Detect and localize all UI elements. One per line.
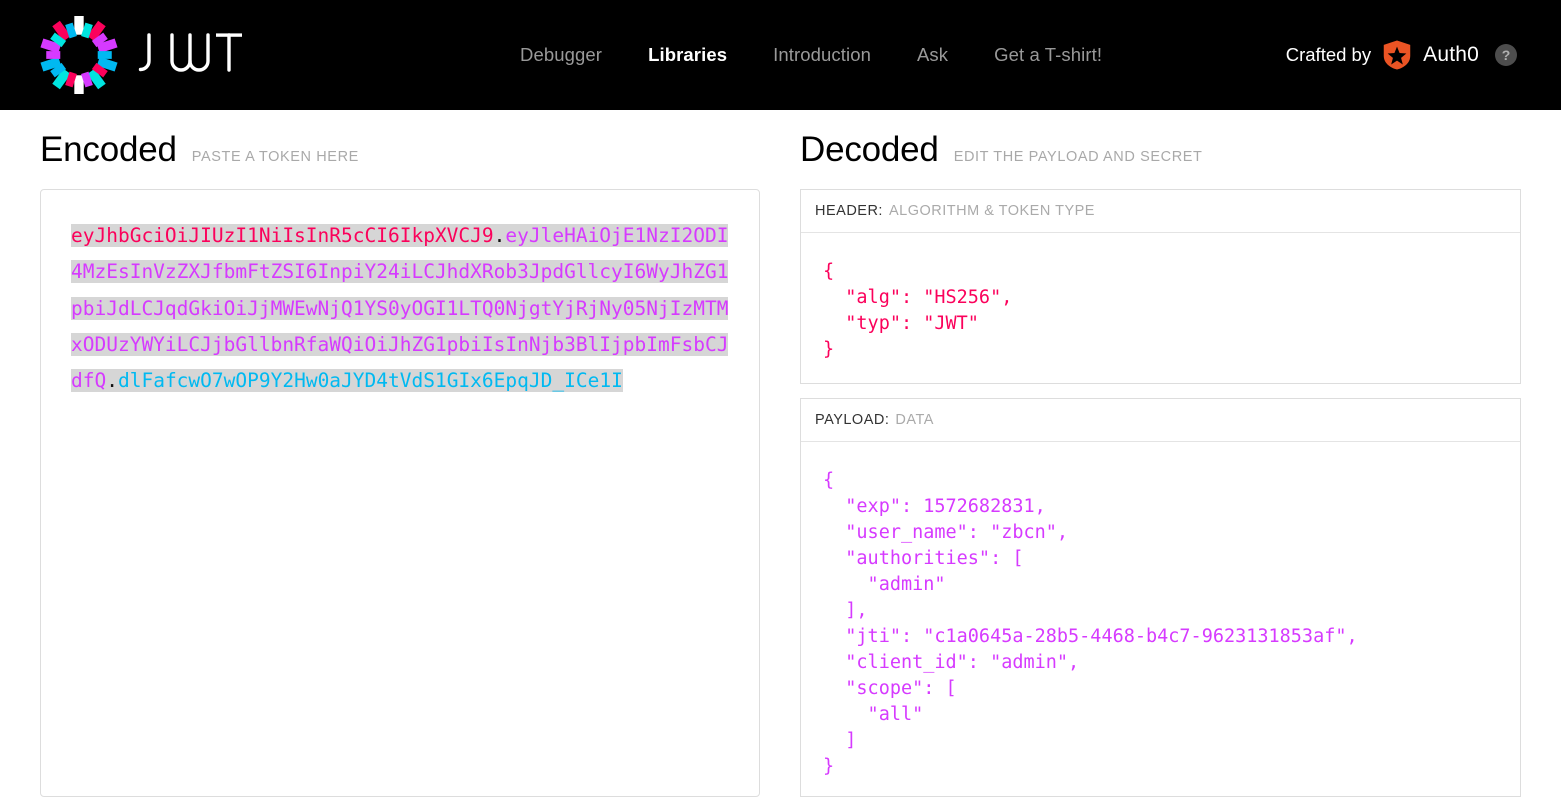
crafted-by-label: Crafted by (1285, 44, 1372, 65)
header-panel: HEADER: ALGORITHM & TOKEN TYPE { "alg": "… (800, 189, 1521, 384)
nav-item-introduction[interactable]: Introduction (773, 44, 871, 66)
encoded-column: Encoded PASTE A TOKEN HERE eyJhbGciOiJIU… (40, 110, 760, 797)
header-panel-key: HEADER: (815, 203, 883, 219)
encoded-subtitle: PASTE A TOKEN HERE (191, 149, 359, 165)
jwt-brand-logo[interactable] (40, 16, 271, 94)
token-separator-2: . (106, 369, 118, 393)
jwt-token-text[interactable]: eyJhbGciOiJIUzI1NiIsInR5cCI6IkpXVCJ9.eyJ… (71, 224, 729, 393)
encoded-header: Encoded PASTE A TOKEN HERE (40, 110, 760, 189)
crafted-by-auth0: Crafted by Auth0 ? (1286, 40, 1517, 70)
encoded-title: Encoded (40, 130, 177, 169)
encoded-token-editor[interactable]: eyJhbGciOiJIUzI1NiIsInR5cCI6IkpXVCJ9.eyJ… (40, 189, 760, 797)
jwt-wordmark (136, 29, 271, 81)
payload-panel-desc: DATA (895, 411, 934, 428)
nav-item-debugger[interactable]: Debugger (520, 44, 602, 66)
top-navigation-bar: Debugger Libraries Introduction Ask Get … (0, 0, 1561, 110)
nav-item-get-a-tshirt[interactable]: Get a T-shirt! (994, 44, 1102, 66)
header-json-editor[interactable]: { "alg": "HS256", "typ": "JWT" } (801, 233, 1520, 383)
nav-item-ask[interactable]: Ask (917, 44, 948, 66)
main-nav-links: Debugger Libraries Introduction Ask Get … (520, 44, 1102, 66)
auth0-shield-icon[interactable] (1382, 40, 1412, 70)
jwt-starburst-icon (40, 16, 118, 94)
payload-panel-label: PAYLOAD: DATA (801, 398, 1520, 442)
nav-item-libraries[interactable]: Libraries (648, 44, 727, 66)
main-content: Encoded PASTE A TOKEN HERE eyJhbGciOiJIU… (0, 110, 1561, 797)
token-payload-segment: eyJleHAiOjE1NzI2ODI4MzEsInVzZXJfbmFtZSI6… (71, 224, 729, 393)
payload-json-editor[interactable]: { "exp": 1572682831, "user_name": "zbcn"… (801, 442, 1520, 796)
header-panel-label: HEADER: ALGORITHM & TOKEN TYPE (801, 190, 1520, 233)
header-panel-desc: ALGORITHM & TOKEN TYPE (888, 203, 1095, 219)
payload-panel: PAYLOAD: DATA { "exp": 1572682831, "user_… (800, 397, 1521, 797)
auth0-company-name[interactable]: Auth0 (1423, 43, 1479, 67)
decoded-header: Decoded EDIT THE PAYLOAD AND SECRET (800, 110, 1521, 189)
decoded-column: Decoded EDIT THE PAYLOAD AND SECRET HEAD… (800, 110, 1521, 797)
token-signature-segment: dlFafcwO7wOP9Y2Hw0aJYD4tVdS1GIx6EpqJD_IC… (117, 369, 623, 393)
token-header-segment: eyJhbGciOiJIUzI1NiIsInR5cCI6IkpXVCJ9 (71, 224, 494, 247)
payload-panel-key: PAYLOAD: (815, 411, 890, 428)
decoded-subtitle: EDIT THE PAYLOAD AND SECRET (953, 149, 1203, 165)
question-mark-icon[interactable]: ? (1495, 44, 1517, 66)
decoded-title: Decoded (800, 130, 939, 169)
decoded-panels: HEADER: ALGORITHM & TOKEN TYPE { "alg": "… (800, 189, 1521, 797)
token-separator-1: . (493, 224, 506, 247)
